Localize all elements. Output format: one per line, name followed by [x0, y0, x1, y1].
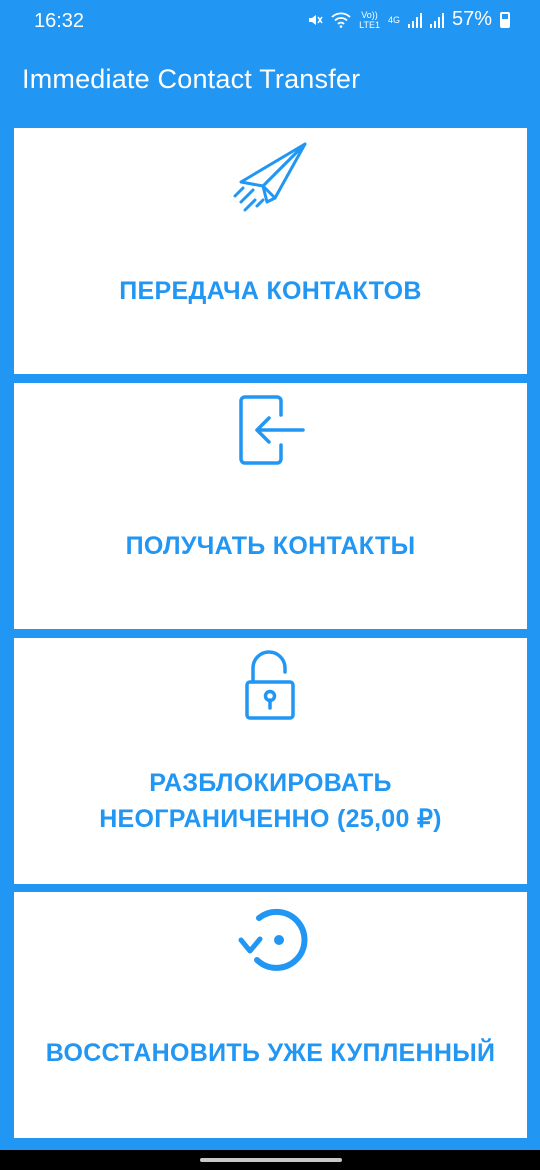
- restore-icon: [238, 908, 307, 971]
- unlock-icon: [244, 650, 295, 720]
- signal-icon: [429, 12, 444, 28]
- battery-percent: 57%: [451, 8, 492, 30]
- unlock-unlimited-label: РАЗБЛОКИРОВАТЬ НЕОГРАНИЧЕННО (25,00 ₽): [99, 769, 442, 833]
- battery-icon: [500, 11, 510, 28]
- receive-icon: [238, 395, 305, 465]
- send-contacts-label: ПЕРЕДАЧА КОНТАКТОВ: [119, 277, 422, 305]
- navigation-bar: [0, 1150, 540, 1170]
- app-bar: Immediate Contact Transfer: [0, 42, 540, 118]
- status-icons: Vo)) LTE1 4G 57%: [307, 8, 510, 31]
- home-gesture-handle[interactable]: [200, 1158, 342, 1162]
- signal-icon: [407, 12, 422, 28]
- mute-icon: [309, 14, 323, 25]
- receive-contacts-label: ПОЛУЧАТЬ КОНТАКТЫ: [125, 532, 416, 560]
- restore-purchase-label: ВОССТАНОВИТЬ УЖЕ КУПЛЕННЫЙ: [45, 1039, 496, 1067]
- volte-indicator: Vo)) LTE1: [359, 9, 380, 30]
- receive-contacts-button[interactable]: ПОЛУЧАТЬ КОНТАКТЫ: [14, 383, 527, 629]
- restore-purchase-button[interactable]: ВОССТАНОВИТЬ УЖЕ КУПЛЕННЫЙ: [14, 892, 527, 1138]
- app-title: Immediate Contact Transfer: [22, 64, 361, 94]
- paper-plane-icon: [233, 142, 306, 212]
- status-time: 16:32: [34, 10, 85, 32]
- status-bar: 16:32 Vo)) LTE1 4G 57%: [0, 0, 540, 42]
- send-contacts-button[interactable]: ПЕРЕДАЧА КОНТАКТОВ: [14, 128, 527, 374]
- unlock-unlimited-button[interactable]: РАЗБЛОКИРОВАТЬ НЕОГРАНИЧЕННО (25,00 ₽): [14, 638, 527, 884]
- network-type: 4G: [387, 14, 400, 25]
- wifi-icon: [331, 12, 351, 28]
